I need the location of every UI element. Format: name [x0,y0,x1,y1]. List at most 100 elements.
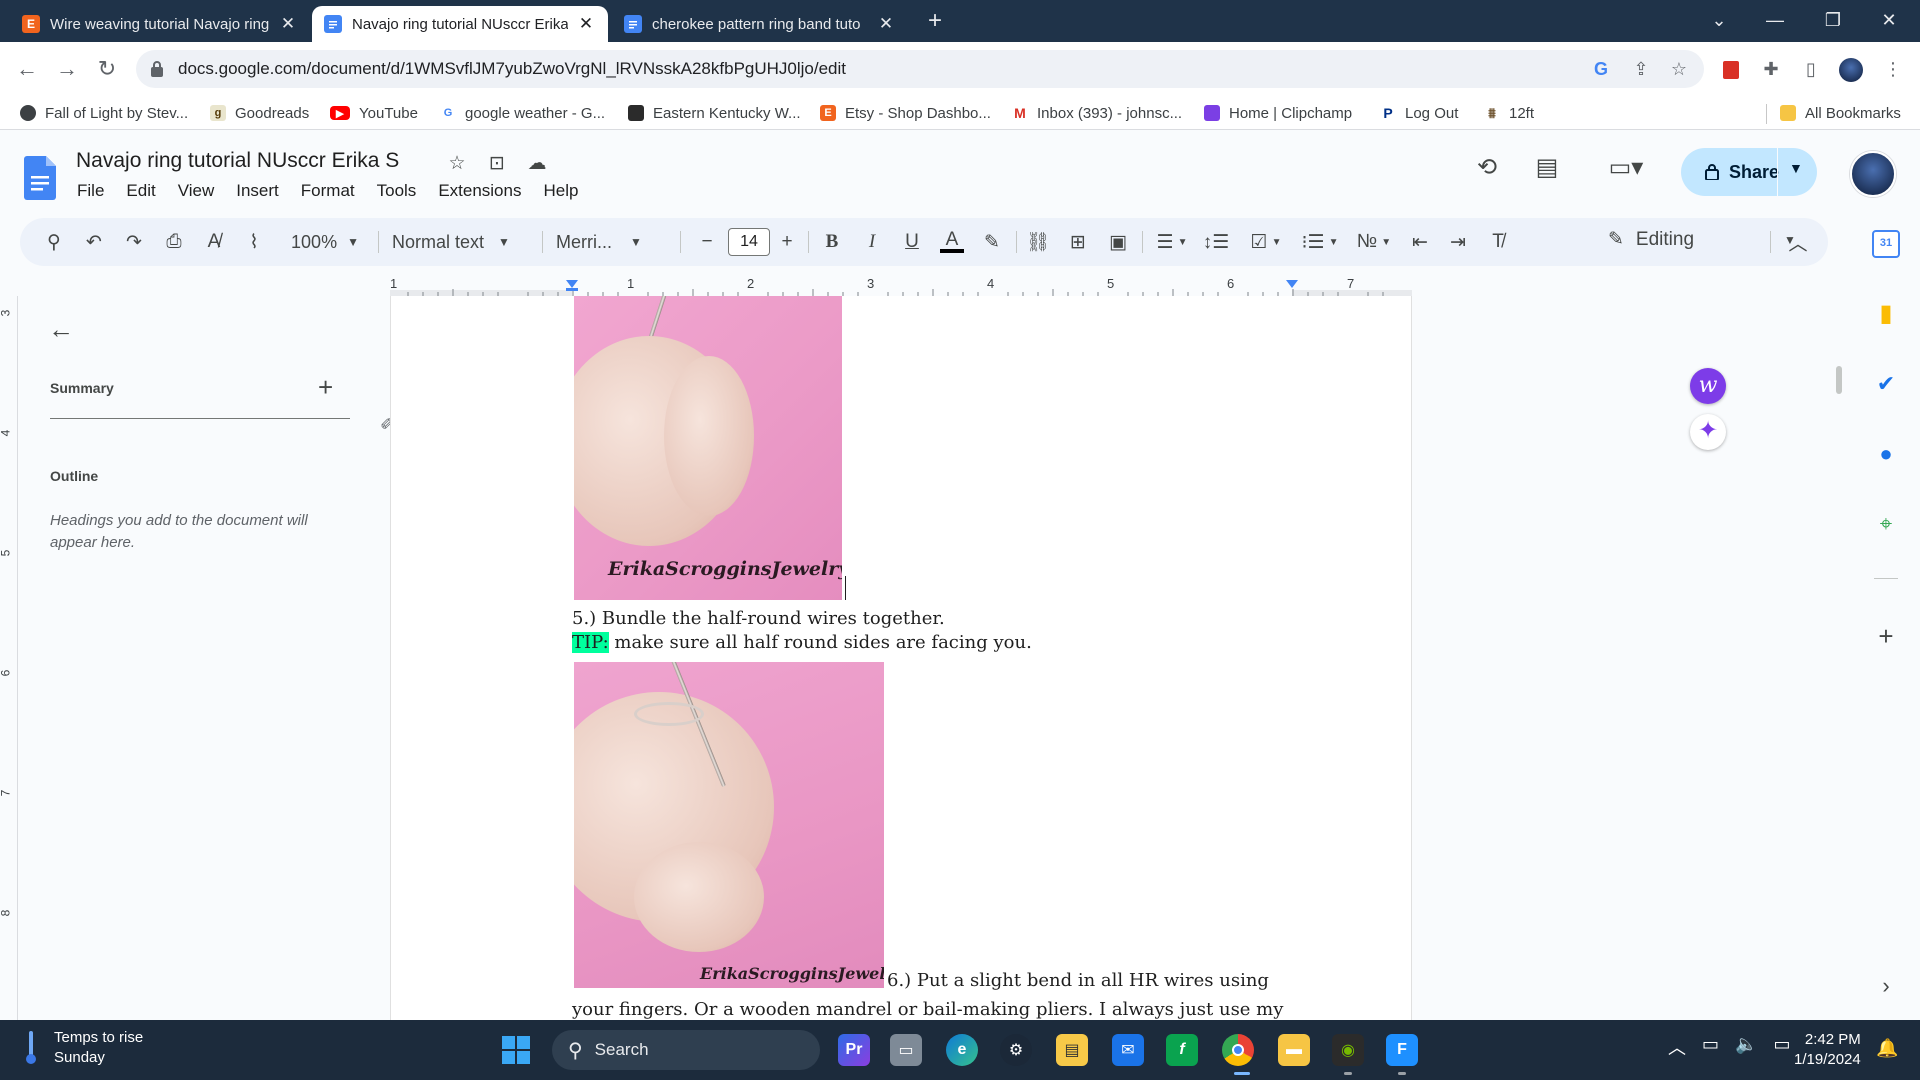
task-view-icon[interactable]: ▭ [890,1034,922,1066]
collapse-toolbar-icon[interactable]: ︿ [1784,228,1812,256]
decrease-font-size-icon[interactable]: − [694,228,720,256]
font-size-input[interactable]: 14 [728,228,770,256]
add-comment-icon[interactable]: ⊞ [1064,228,1092,256]
volume-icon[interactable]: 🔈 [1735,1034,1757,1060]
increase-indent-icon[interactable]: ⇥ [1444,228,1472,256]
expand-panel-chevron-icon[interactable]: › [1872,972,1900,1000]
contacts-icon[interactable]: ● [1872,440,1900,468]
paragraph-style-select[interactable]: Normal text ▼ [392,228,532,256]
move-folder-icon[interactable]: ⊡ [484,151,510,177]
right-indent-marker[interactable] [1286,280,1298,288]
taskbar-search-box[interactable]: ⚲ Search [552,1030,820,1070]
menu-insert[interactable]: Insert [225,179,290,203]
file-explorer-icon[interactable]: ▬ [1278,1034,1310,1066]
paint-format-icon[interactable]: ⌇ [240,228,268,256]
left-indent-marker[interactable] [566,280,578,288]
tab-wire-weaving[interactable]: E Wire weaving tutorial Navajo ring ✕ [10,6,310,42]
text-color-icon[interactable]: A [938,228,966,256]
bookmark-eastern-kentucky[interactable]: Eastern Kentucky W... [628,102,801,124]
menu-extensions[interactable]: Extensions [427,179,532,203]
font-select[interactable]: Merri... ▼ [556,228,672,256]
bulleted-list-icon[interactable]: ⁝☰ ▼ [1296,228,1344,256]
network-icon[interactable]: ▭ [1702,1034,1719,1060]
bookmark-star-icon[interactable]: ☆ [1668,58,1690,80]
highlight-color-icon[interactable]: ✎ [978,228,1006,256]
minimize-icon[interactable]: — [1752,4,1798,36]
vertical-ruler[interactable]: 3 4 5 6 7 8 [0,296,18,1020]
fx-app-icon[interactable]: f [1166,1034,1198,1066]
redo-icon[interactable]: ↷ [120,228,148,256]
all-bookmarks[interactable]: All Bookmarks [1780,102,1901,124]
bookmark-fall-of-light[interactable]: Fall of Light by Stev... [20,102,188,124]
keep-icon[interactable]: ▮ [1872,300,1900,328]
ring-photo-1[interactable]: ErikaScrogginsJewelry [574,296,842,600]
bookmark-goodreads[interactable]: g Goodreads [210,102,309,124]
calendar-icon[interactable]: 31 [1872,230,1900,258]
restore-icon[interactable]: ❐ [1810,4,1856,36]
share-page-icon[interactable]: ⇪ [1630,58,1652,80]
account-avatar[interactable] [1850,151,1896,197]
numbered-list-icon[interactable]: № ▼ [1350,228,1398,256]
menu-file[interactable]: File [66,179,115,203]
steam-icon[interactable]: ⚙ [1000,1034,1032,1066]
notifications-bell-icon[interactable]: 🔔 [1876,1038,1898,1059]
profile-avatar-icon[interactable] [1838,56,1864,83]
side-panel-icon[interactable]: ▯ [1798,56,1824,82]
show-hidden-icons-chevron-icon[interactable]: ︿ [1668,1034,1686,1060]
extensions-puzzle-icon[interactable]: ✚ [1758,56,1784,82]
menu-format[interactable]: Format [290,179,366,203]
decrease-indent-icon[interactable]: ⇤ [1406,228,1434,256]
add-addon-icon[interactable]: + [1872,622,1900,650]
line-spacing-icon[interactable]: ↕☰ [1202,228,1230,256]
clear-formatting-icon[interactable]: T̸ [1484,228,1512,256]
close-icon[interactable]: ✕ [876,14,896,34]
google-lens-icon[interactable]: G [1590,58,1612,80]
zoom-select[interactable]: 100% ▼ [282,228,368,256]
menu-help[interactable]: Help [532,179,589,203]
first-line-indent-marker[interactable] [566,288,578,291]
undo-icon[interactable]: ↶ [80,228,108,256]
editing-mode-select[interactable]: ✎ Editing ▼ [1608,228,1796,251]
share-button[interactable]: Share ▼ [1681,148,1817,196]
taskbar-clock[interactable]: 2:42 PM 1/19/2024 [1794,1030,1861,1070]
horizontal-ruler[interactable]: 1 1 2 3 4 5 6 7 [390,276,1412,296]
bookmark-inbox[interactable]: M Inbox (393) - johnsc... [1012,102,1182,124]
add-summary-button[interactable]: + [318,372,333,403]
bookmark-log-out[interactable]: P Log Out [1380,102,1458,124]
docs-logo-icon[interactable] [24,156,56,200]
checklist-icon[interactable]: ☑ ▼ [1242,228,1290,256]
back-icon[interactable]: ← [12,54,42,84]
browser-menu-icon[interactable]: ⋮ [1880,56,1906,82]
document-title[interactable]: Navajo ring tutorial NUsccr Erika S [76,149,399,173]
search-menus-icon[interactable]: ⚲ [40,228,68,256]
tasks-icon[interactable]: ✔ [1872,370,1900,398]
menu-view[interactable]: View [167,179,226,203]
tab-cherokee-pattern[interactable]: cherokee pattern ring band tuto ✕ [612,6,908,42]
battery-icon[interactable]: ▭ [1773,1034,1790,1060]
fotor-app-icon[interactable]: F [1386,1034,1418,1066]
bookmark-clipchamp[interactable]: Home | Clipchamp [1204,102,1352,124]
forward-icon[interactable]: → [52,54,82,84]
new-tab-button[interactable]: + [922,6,948,36]
window-close-icon[interactable]: ✕ [1866,4,1912,36]
bold-icon[interactable]: B [818,228,846,256]
menu-edit[interactable]: Edit [115,179,166,203]
bookmark-etsy-shop[interactable]: E Etsy - Shop Dashbo... [820,102,991,124]
chrome-icon[interactable] [1222,1034,1254,1066]
insert-image-icon[interactable]: ▣ [1104,228,1132,256]
tab-navajo-ring[interactable]: Navajo ring tutorial NUsccr Erika ✕ [312,6,608,42]
premiere-elements-icon[interactable]: Pr [838,1034,870,1066]
edge-icon[interactable]: e [946,1034,978,1066]
version-history-icon[interactable]: ⟲ [1470,151,1504,185]
italic-icon[interactable]: I [858,228,886,256]
comments-icon[interactable]: ▤ [1530,151,1564,185]
nvidia-icon[interactable]: ◉ [1332,1034,1364,1066]
tip-paragraph[interactable]: TIP: make sure all half round sides are … [572,632,1032,653]
ring-photo-2[interactable]: ErikaScrogginsJewelry [574,662,884,988]
spellcheck-icon[interactable]: A̸ [200,228,228,256]
tab-search-chevron-icon[interactable]: ⌄ [1696,4,1742,36]
meet-camera-icon[interactable]: ▭▾ [1598,151,1654,185]
reload-icon[interactable]: ↻ [92,54,122,84]
menu-tools[interactable]: Tools [366,179,428,203]
close-icon[interactable]: ✕ [576,14,596,34]
